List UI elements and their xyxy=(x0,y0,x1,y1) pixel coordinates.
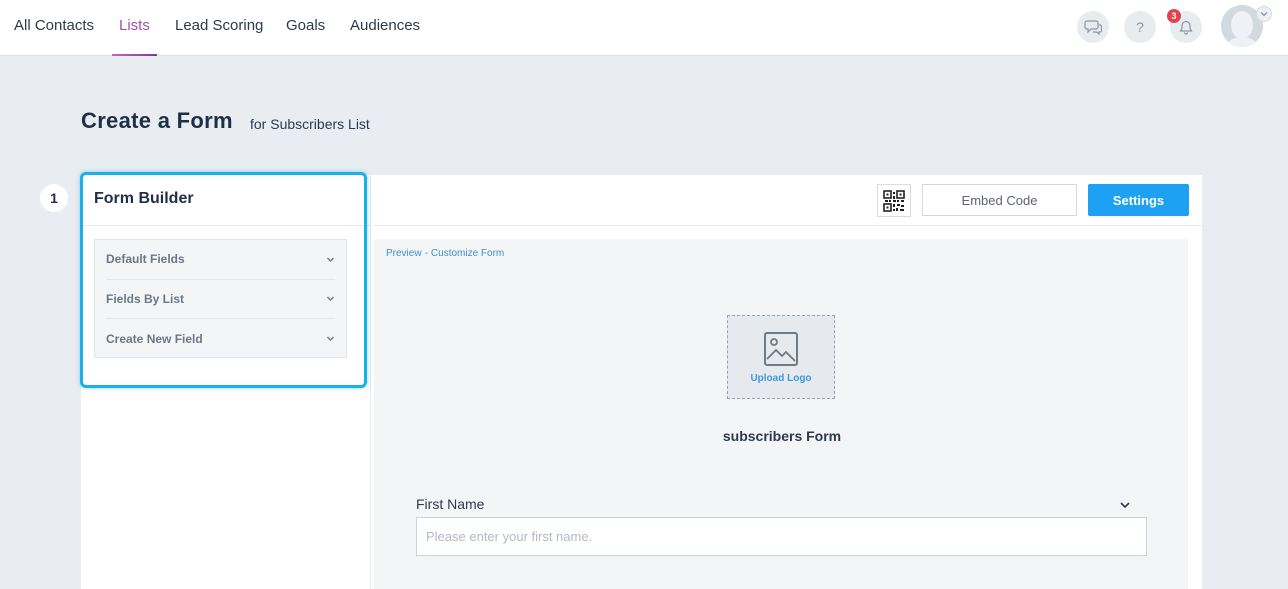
qr-code-icon xyxy=(883,189,905,212)
help-icon: ? xyxy=(1136,19,1144,35)
embed-code-button[interactable]: Embed Code xyxy=(922,184,1077,216)
upload-logo-label: Upload Logo xyxy=(750,372,812,384)
help-button[interactable]: ? xyxy=(1124,11,1156,43)
accordion-create-new-field[interactable]: Create New Field xyxy=(106,319,335,359)
qr-code-button[interactable] xyxy=(877,184,911,217)
preview-link[interactable]: Preview xyxy=(386,248,422,259)
form-builder-title: Form Builder xyxy=(94,190,194,207)
form-name-heading: subscribers Form xyxy=(722,428,842,444)
tab-all-contacts[interactable]: All Contacts xyxy=(14,17,94,56)
preview-breadcrumb: Preview - Customize Form xyxy=(386,248,504,259)
first-name-field[interactable] xyxy=(416,517,1147,556)
breadcrumb-separator: - xyxy=(424,248,428,259)
chevron-down-icon[interactable] xyxy=(1119,499,1131,511)
step-number: 1 xyxy=(40,184,68,212)
chevron-down-icon xyxy=(1260,12,1268,17)
bell-icon xyxy=(1179,20,1193,35)
field-accordion: Default Fields Fields By List Create New… xyxy=(94,239,347,358)
upload-logo-button[interactable]: Upload Logo xyxy=(727,315,835,399)
builder-panel xyxy=(81,175,371,589)
tab-lead-scoring[interactable]: Lead Scoring xyxy=(175,17,263,56)
page-title: Create a Form xyxy=(81,108,233,133)
accordion-label: Fields By List xyxy=(106,291,185,306)
chevron-down-icon xyxy=(327,296,334,302)
tab-audiences[interactable]: Audiences xyxy=(350,17,420,56)
accordion-default-fields[interactable]: Default Fields xyxy=(106,240,335,280)
divider xyxy=(81,225,371,226)
tab-lists[interactable]: Lists xyxy=(112,17,157,56)
account-menu-toggle[interactable] xyxy=(1256,6,1272,22)
accordion-label: Default Fields xyxy=(106,252,185,267)
customize-form-link[interactable]: Customize Form xyxy=(431,248,504,259)
chevron-down-icon xyxy=(327,336,334,342)
top-nav: All Contacts Lists Lead Scoring Goals Au… xyxy=(0,0,1288,56)
divider xyxy=(373,225,1202,226)
first-name-label: First Name xyxy=(416,496,485,512)
page-subtitle: for Subscribers List xyxy=(250,116,370,132)
accordion-label: Create New Field xyxy=(106,331,203,346)
tab-goals[interactable]: Goals xyxy=(286,17,325,56)
chevron-down-icon xyxy=(327,257,334,262)
accordion-fields-by-list[interactable]: Fields By List xyxy=(106,280,335,320)
settings-button[interactable]: Settings xyxy=(1088,184,1189,216)
image-icon xyxy=(764,331,798,366)
chat-button[interactable] xyxy=(1077,11,1109,43)
chat-icon xyxy=(1084,20,1102,35)
notification-badge: 3 xyxy=(1167,9,1181,23)
